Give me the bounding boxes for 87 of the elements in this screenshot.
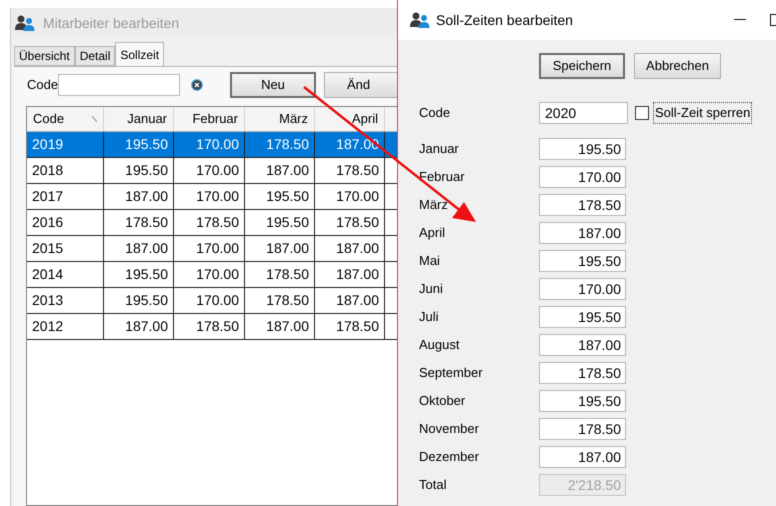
month-label: September bbox=[419, 364, 484, 382]
button[interactable]: Abbrechen bbox=[634, 53, 721, 79]
hours-field[interactable]: 195.50 bbox=[539, 138, 626, 160]
hours-field[interactable]: 170.00 bbox=[539, 166, 626, 188]
table-cell: 187.00 bbox=[315, 236, 385, 261]
code-field[interactable] bbox=[58, 74, 180, 96]
hours-field[interactable]: 195.50 bbox=[539, 306, 626, 328]
month-label: August bbox=[419, 336, 460, 354]
code-field[interactable]: 2020 bbox=[539, 102, 628, 124]
table-cell: 187.00 bbox=[315, 288, 385, 313]
hours-field[interactable]: 178.50 bbox=[539, 362, 626, 384]
table-cell: 178.50 bbox=[174, 210, 245, 235]
button[interactable]: Neu bbox=[230, 72, 316, 98]
month-label: April bbox=[419, 224, 446, 242]
table-cell: 178.50 bbox=[174, 314, 245, 339]
column-header[interactable]: Januar bbox=[104, 107, 174, 131]
table-cell: 178.50 bbox=[315, 210, 385, 235]
table-cell: 170.00 bbox=[315, 184, 385, 209]
table-cell: 2014 bbox=[27, 262, 104, 287]
table-cell: 187.00 bbox=[104, 314, 174, 339]
table-cell: 187.00 bbox=[315, 262, 385, 287]
minimize-icon[interactable] bbox=[734, 19, 746, 21]
table-cell: 178.50 bbox=[315, 314, 385, 339]
sort-icon bbox=[92, 116, 97, 122]
month-label: Oktober bbox=[419, 392, 466, 410]
table-cell: 170.00 bbox=[174, 236, 245, 261]
table-cell: 187.00 bbox=[245, 158, 315, 183]
table-cell: 195.50 bbox=[104, 288, 174, 313]
dialog-title: Soll-Zeiten bearbeiten bbox=[436, 10, 573, 30]
window-title: Mitarbeiter bearbeiten bbox=[43, 14, 180, 32]
hours-field[interactable]: 187.00 bbox=[539, 334, 626, 356]
month-label: Dezember bbox=[419, 448, 480, 466]
table-cell: 195.50 bbox=[104, 132, 174, 157]
table-cell: 195.50 bbox=[245, 184, 315, 209]
table-cell: 187.00 bbox=[104, 184, 174, 209]
month-label: Juli bbox=[419, 308, 440, 326]
table-cell: 170.00 bbox=[174, 158, 245, 183]
column-header[interactable]: Februar bbox=[174, 107, 245, 131]
table-cell: 2016 bbox=[27, 210, 104, 235]
table-cell: 170.00 bbox=[174, 288, 245, 313]
button[interactable]: Speichern bbox=[539, 53, 625, 79]
code-label: Code bbox=[419, 104, 452, 122]
hours-field[interactable]: 195.50 bbox=[539, 390, 626, 412]
table-cell: 187.00 bbox=[245, 314, 315, 339]
table-cell: 187.00 bbox=[245, 236, 315, 261]
table-cell: 178.50 bbox=[315, 158, 385, 183]
checkbox-label[interactable]: Soll-Zeit sperren bbox=[653, 102, 752, 124]
hours-field[interactable]: 187.00 bbox=[539, 446, 626, 468]
hours-field[interactable]: 187.00 bbox=[539, 222, 626, 244]
month-label: Januar bbox=[419, 140, 460, 158]
table-cell: 2018 bbox=[27, 158, 104, 183]
column-header[interactable]: Code bbox=[27, 107, 104, 131]
table-cell: 2019 bbox=[27, 132, 104, 157]
tab[interactable]: Sollzeit bbox=[115, 42, 164, 66]
tab[interactable]: Übersicht bbox=[14, 46, 75, 66]
table-cell: 178.50 bbox=[245, 132, 315, 157]
table-cell: 2017 bbox=[27, 184, 104, 209]
table-cell: 170.00 bbox=[174, 132, 245, 157]
code-label: Code bbox=[27, 76, 58, 94]
hours-field[interactable]: 170.00 bbox=[539, 278, 626, 300]
table-cell: 2015 bbox=[27, 236, 104, 261]
checkbox[interactable] bbox=[635, 106, 649, 120]
table-cell: 2012 bbox=[27, 314, 104, 339]
people-icon bbox=[15, 15, 35, 31]
hours-field[interactable]: 178.50 bbox=[539, 418, 626, 440]
table-cell: 178.50 bbox=[104, 210, 174, 235]
table-cell: 187.00 bbox=[104, 236, 174, 261]
month-label: Mai bbox=[419, 252, 441, 270]
table-cell: 195.50 bbox=[104, 262, 174, 287]
table-cell: 195.50 bbox=[245, 210, 315, 235]
table-cell: 178.50 bbox=[245, 288, 315, 313]
month-label: Februar bbox=[419, 168, 466, 186]
month-label: März bbox=[419, 196, 449, 214]
table-cell: 170.00 bbox=[174, 262, 245, 287]
column-header[interactable]: April bbox=[315, 107, 385, 131]
column-header[interactable]: März bbox=[245, 107, 315, 131]
table-cell: 178.50 bbox=[245, 262, 315, 287]
total-label: Total bbox=[419, 476, 448, 494]
people-icon bbox=[410, 12, 430, 28]
tab[interactable]: Detail bbox=[74, 46, 116, 66]
hours-field[interactable]: 195.50 bbox=[539, 250, 626, 272]
table-cell: 2013 bbox=[27, 288, 104, 313]
hours-field[interactable]: 178.50 bbox=[539, 194, 626, 216]
table-cell: 170.00 bbox=[174, 184, 245, 209]
month-label: November bbox=[419, 420, 480, 438]
table-cell: 195.50 bbox=[104, 158, 174, 183]
month-label: Juni bbox=[419, 280, 444, 298]
